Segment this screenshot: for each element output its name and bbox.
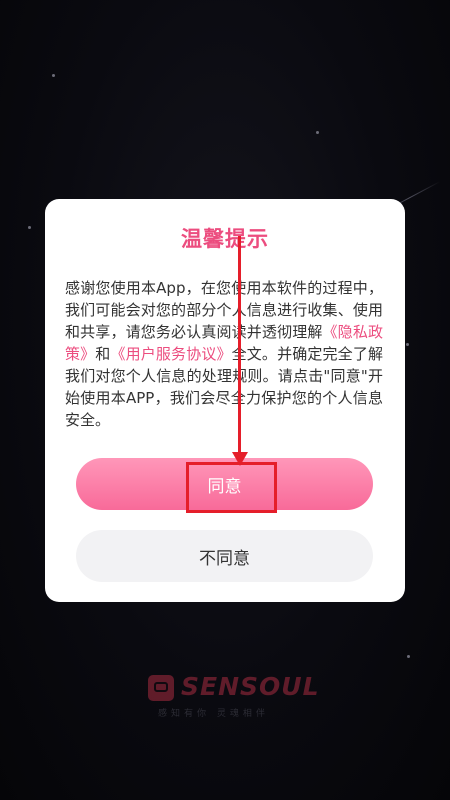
star-decoration bbox=[28, 226, 31, 229]
star-decoration bbox=[52, 74, 55, 77]
privacy-dialog: 温馨提示 感谢您使用本App，在您使用本软件的过程中，我们可能会对您的部分个人信… bbox=[45, 199, 405, 602]
star-decoration bbox=[316, 131, 319, 134]
user-agreement-link[interactable]: 《用户服务协议》 bbox=[110, 345, 231, 363]
disagree-button-label: 不同意 bbox=[199, 548, 250, 569]
disagree-button[interactable]: 不同意 bbox=[76, 530, 373, 582]
logo-tagline: 感知有你 灵魂相伴 bbox=[158, 709, 269, 719]
annotation-arrow-line bbox=[238, 236, 241, 461]
annotation-highlight-box bbox=[186, 462, 277, 513]
dialog-title: 温馨提示 bbox=[181, 227, 269, 251]
message-text: 和 bbox=[95, 345, 111, 363]
logo-icon bbox=[148, 675, 174, 701]
dialog-message: 感谢您使用本App，在您使用本软件的过程中，我们可能会对您的部分个人信息进行收集… bbox=[65, 277, 383, 431]
brand-logo: SENSOUL 感知有你 灵魂相伴 bbox=[148, 672, 319, 722]
logo-wordmark: SENSOUL bbox=[181, 672, 320, 701]
star-decoration bbox=[407, 655, 410, 658]
star-decoration bbox=[406, 343, 409, 346]
